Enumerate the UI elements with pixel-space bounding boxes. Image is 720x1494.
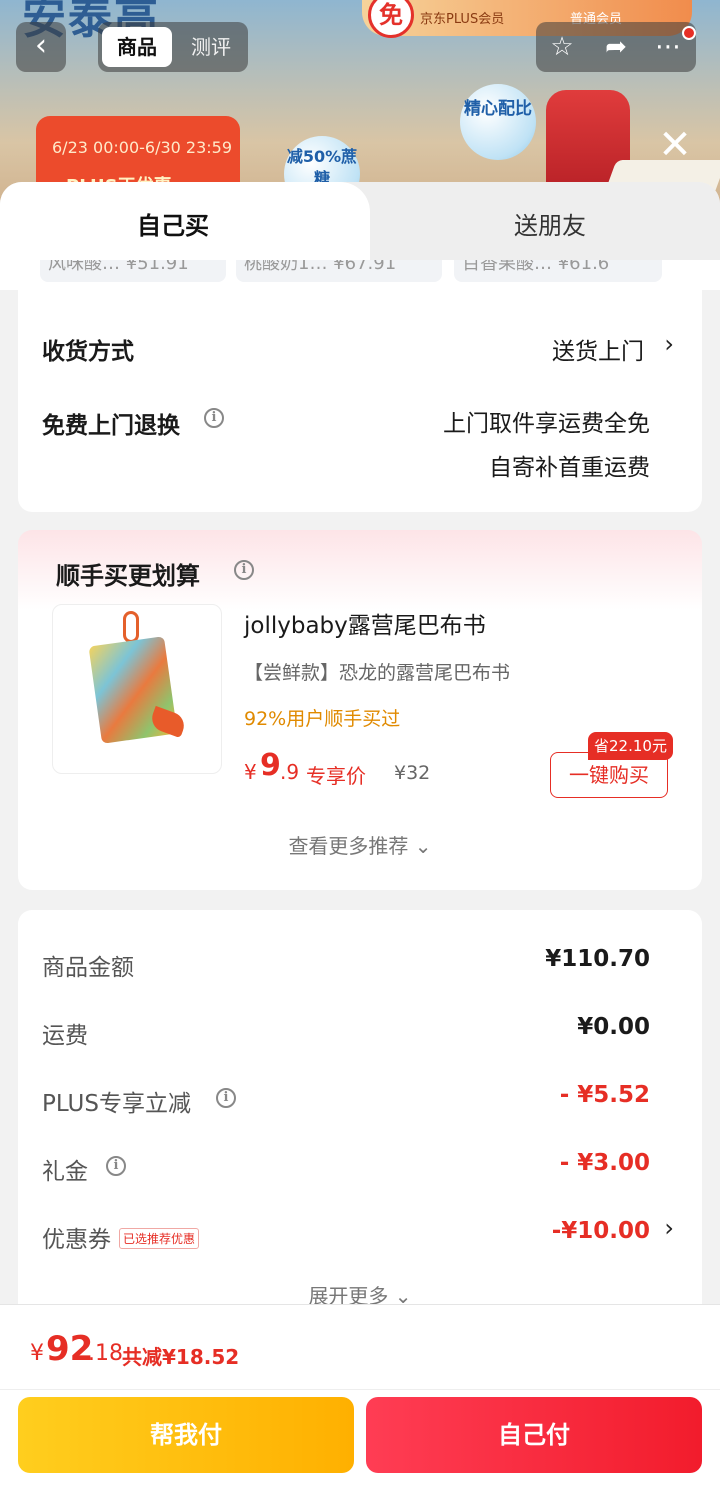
product-name[interactable]: jollybaby露营尾巴布书 bbox=[244, 606, 486, 640]
tab-review[interactable]: 测评 bbox=[178, 27, 244, 67]
nav-actions: ☆ ➦ ⋯ bbox=[536, 22, 696, 72]
chevron-left-icon: ‹ bbox=[35, 28, 47, 63]
nav-tabs: 商品 测评 bbox=[98, 22, 248, 72]
coupon-row[interactable]: 优惠券 已选推荐优惠 bbox=[42, 1220, 200, 1254]
back-button[interactable]: ‹ bbox=[16, 22, 66, 72]
tab-product[interactable]: 商品 bbox=[102, 27, 172, 67]
price-summary-card: 商品金额 ¥110.70 运费 ¥0.00 PLUS专享立减 i - ¥5.52… bbox=[18, 910, 702, 1330]
variant-chip[interactable]: 桃酸奶1… ¥67.91 bbox=[236, 260, 442, 282]
shipping-value: ¥0.00 bbox=[577, 1014, 650, 1040]
product-image[interactable] bbox=[52, 604, 222, 774]
bottom-pay-bar: ¥ 92 .18 共减¥18.52 帮我付 自己付 bbox=[0, 1304, 720, 1494]
goods-amount-value: ¥110.70 bbox=[545, 946, 650, 972]
divider bbox=[0, 1389, 720, 1390]
delivery-method-value[interactable]: 送货上门 bbox=[552, 332, 644, 366]
variant-chip[interactable]: 百香果酸… ¥61.6 bbox=[454, 260, 662, 282]
book-ring-image bbox=[123, 611, 139, 643]
info-icon[interactable]: i bbox=[204, 406, 224, 428]
recommend-card: 顺手买更划算 i jollybaby露营尾巴布书 【尝鲜款】恐龙的露营尾巴布书 … bbox=[18, 530, 702, 890]
total-saved[interactable]: 共减¥18.52 bbox=[122, 1341, 239, 1370]
free-return-label: 免费上门退换 bbox=[42, 413, 180, 439]
checkout-sheet: 自己买 送朋友 风味酸… ¥51.91 桃酸奶1… ¥67.91 百香果酸… ¥… bbox=[0, 182, 720, 1494]
variant-chip[interactable]: 风味酸… ¥51.91 bbox=[40, 260, 226, 282]
close-icon[interactable]: ✕ bbox=[650, 122, 700, 172]
tab-gift-friend[interactable]: 送朋友 bbox=[440, 206, 660, 241]
star-icon[interactable]: ☆ bbox=[542, 30, 582, 64]
tab-self-label: 自己买 bbox=[137, 212, 209, 240]
coupon-tag: 已选推荐优惠 bbox=[119, 1228, 200, 1249]
chevron-right-icon[interactable]: › bbox=[664, 330, 674, 358]
notification-dot bbox=[682, 26, 696, 40]
coupon-label: 优惠券 bbox=[42, 1227, 111, 1253]
gift-money-label: 礼金 bbox=[42, 1159, 88, 1185]
info-icon[interactable]: i bbox=[216, 1086, 236, 1108]
total-decimal: .18 bbox=[88, 1341, 123, 1366]
product-subtitle: 【尝鲜款】恐龙的露营尾巴布书 bbox=[244, 662, 511, 684]
original-price: ¥32 bbox=[394, 762, 431, 784]
recommend-title: 顺手买更划算 bbox=[56, 562, 200, 590]
feature-bubble: 精心配比 bbox=[460, 84, 536, 160]
share-icon[interactable]: ➦ bbox=[596, 30, 636, 64]
info-icon[interactable]: i bbox=[106, 1154, 126, 1176]
sheet-tabs: 自己买 送朋友 bbox=[0, 182, 720, 272]
product-stat: 92%用户顺手买过 bbox=[244, 708, 401, 730]
promo-date: 6/23 00:00-6/30 23:59 bbox=[52, 138, 233, 157]
free-return-line2: 自寄补首重运费 bbox=[489, 455, 650, 481]
total-symbol: ¥ bbox=[30, 1341, 44, 1366]
goods-amount-label: 商品金额 bbox=[42, 955, 134, 981]
free-return-line1: 上门取件享运费全免 bbox=[443, 411, 650, 437]
plus-discount-label: PLUS专享立减 bbox=[42, 1091, 191, 1117]
chevron-right-icon[interactable]: › bbox=[664, 1214, 674, 1242]
price-integer: 9 bbox=[260, 748, 281, 783]
price-decimal: .9 bbox=[280, 760, 300, 784]
shipping-label: 运费 bbox=[42, 1023, 88, 1049]
self-pay-button[interactable]: 自己付 bbox=[366, 1397, 702, 1473]
view-more-recommend[interactable]: 查看更多推荐 ⌄ bbox=[18, 830, 702, 859]
price-symbol: ¥ bbox=[244, 760, 257, 784]
plus-member-text: 京东PLUS会员 bbox=[420, 12, 505, 27]
coupon-value[interactable]: -¥10.00 bbox=[552, 1218, 650, 1244]
tab-self-buy[interactable]: 自己买 bbox=[0, 182, 370, 272]
exclusive-price-tag: 专享价 bbox=[306, 764, 366, 788]
gift-money-value: - ¥3.00 bbox=[559, 1150, 650, 1176]
total-integer: 92 bbox=[46, 1329, 94, 1369]
delivery-card: 收货方式 送货上门 › 免费上门退换 i 上门取件享运费全免 自寄补首重运费 bbox=[18, 290, 702, 512]
variant-strip: 风味酸… ¥51.91 桃酸奶1… ¥67.91 百香果酸… ¥61.6 bbox=[0, 260, 720, 290]
save-badge: 省22.10元 bbox=[588, 732, 673, 760]
help-pay-button[interactable]: 帮我付 bbox=[18, 1397, 354, 1473]
plus-discount-value: - ¥5.52 bbox=[559, 1082, 650, 1108]
info-icon[interactable]: i bbox=[234, 558, 254, 580]
delivery-method-label: 收货方式 bbox=[42, 339, 134, 365]
